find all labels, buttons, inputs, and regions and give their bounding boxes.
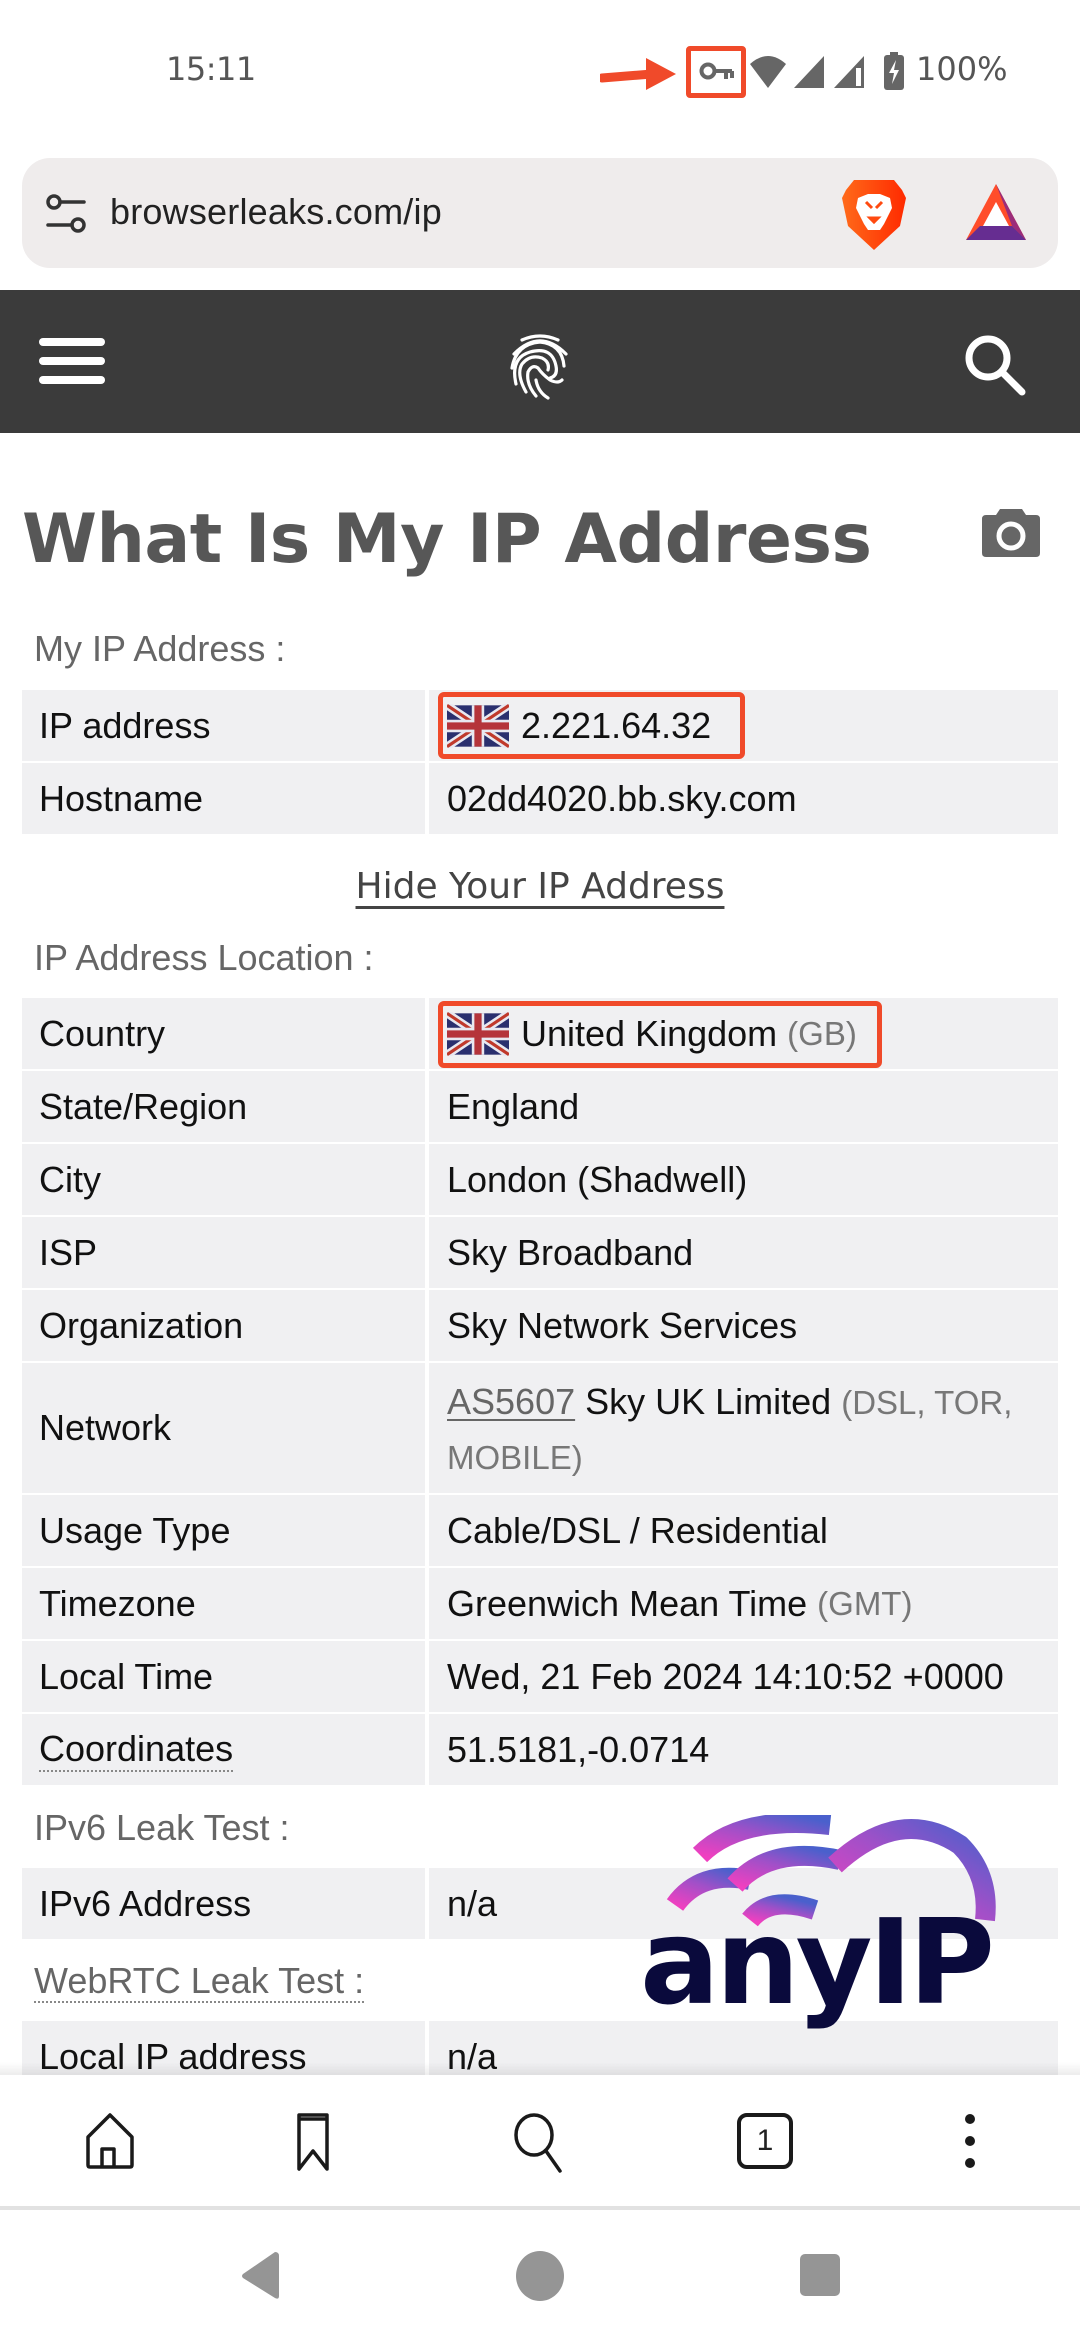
page-title: What Is My IP Address	[22, 500, 872, 579]
row-value: England	[447, 1085, 580, 1127]
table-row-state: State/Region England	[22, 1071, 1058, 1142]
row-key: State/Region	[39, 1085, 248, 1127]
section-label-webrtc[interactable]: WebRTC Leak Test :	[34, 1960, 365, 2004]
row-value: Sky Network Services	[447, 1304, 798, 1346]
search-icon[interactable]	[960, 330, 1030, 400]
battery-level: 100%	[916, 50, 1008, 88]
table-row-isp: ISP Sky Broadband	[22, 1217, 1058, 1288]
row-key: Hostname	[39, 777, 204, 819]
brave-shields-icon[interactable]	[840, 178, 908, 252]
row-key: Timezone	[39, 1582, 196, 1624]
row-key: Country	[39, 1012, 166, 1054]
table-row-city: City London (Shadwell)	[22, 1144, 1058, 1215]
timezone-abbr: (GMT)	[817, 1584, 913, 1622]
toolbar-shadow	[0, 2062, 1080, 2076]
row-value: London (Shadwell)	[447, 1158, 748, 1200]
url-text[interactable]: browserleaks.com/ip	[110, 191, 442, 233]
address-bar[interactable]: browserleaks.com/ip	[22, 158, 1058, 268]
row-key: ISP	[39, 1231, 98, 1273]
fingerprint-logo-icon[interactable]	[500, 326, 580, 406]
hide-ip-link-text[interactable]: Hide Your IP Address	[356, 866, 725, 907]
row-value: AS5607 Sky UK Limited (DSL, TOR, MOBILE)	[429, 1363, 1058, 1493]
site-header	[0, 290, 1080, 433]
table-row-ip-address: IP address 2.221.64.32	[22, 690, 1058, 761]
tabs-button[interactable]: 1	[733, 2109, 797, 2173]
anyip-watermark-logo: anyIP	[640, 1815, 996, 2031]
table-row-timezone: Timezone Greenwich Mean Time (GMT)	[22, 1568, 1058, 1639]
status-time: 15:11	[166, 50, 256, 88]
signal-icon	[794, 56, 824, 88]
row-value: 02dd4020.bb.sky.com	[447, 777, 797, 819]
site-settings-icon[interactable]	[44, 192, 88, 236]
table-row-network: Network AS5607 Sky UK Limited (DSL, TOR,…	[22, 1363, 1058, 1493]
timezone-value: Greenwich Mean Time	[447, 1582, 808, 1624]
country-code: (GB)	[787, 1014, 857, 1052]
row-value: United Kingdom (GB)	[429, 998, 1058, 1069]
row-key: Local Time	[39, 1655, 214, 1697]
row-value: 2.221.64.32	[429, 690, 1058, 761]
row-value: Wed, 21 Feb 2024 14:10:52 +0000	[447, 1655, 1004, 1697]
bookmark-icon[interactable]	[281, 2109, 345, 2173]
more-vert-icon[interactable]	[938, 2109, 1002, 2173]
system-navigation-bar	[0, 2210, 1080, 2340]
row-key: IP address	[39, 704, 211, 746]
row-key: City	[39, 1158, 101, 1200]
row-value: Cable/DSL / Residential	[447, 1509, 828, 1551]
recents-icon[interactable]	[792, 2248, 848, 2304]
row-value: Sky Broadband	[447, 1231, 694, 1273]
section-label-ipv6: IPv6 Leak Test :	[34, 1807, 290, 1848]
section-label-location: IP Address Location :	[34, 937, 374, 978]
tab-count: 1	[756, 2124, 774, 2157]
table-row-country: Country United Kingdom (GB)	[22, 998, 1058, 1069]
row-key: Coordinates	[22, 1714, 425, 1785]
network-name: Sky UK Limited	[585, 1381, 832, 1422]
table-row-local-time: Local Time Wed, 21 Feb 2024 14:10:52 +00…	[22, 1641, 1058, 1712]
asn-link[interactable]: AS5607	[447, 1381, 575, 1422]
row-key: Organization	[39, 1304, 244, 1346]
section-label-my-ip: My IP Address :	[34, 628, 286, 669]
signal-icon-2	[834, 56, 864, 88]
row-key: Network	[39, 1407, 172, 1448]
anyip-watermark-text: anyIP	[640, 1893, 991, 2031]
menu-icon[interactable]	[39, 338, 105, 386]
row-key: IPv6 Address	[39, 1882, 252, 1924]
camera-icon[interactable]	[982, 505, 1040, 557]
row-value: Greenwich Mean Time (GMT)	[429, 1568, 1058, 1639]
vpn-key-icon	[699, 62, 734, 80]
uk-flag-icon	[447, 1011, 509, 1056]
table-row-usage-type: Usage Type Cable/DSL / Residential	[22, 1495, 1058, 1566]
row-value: 51.5181,-0.0714	[447, 1728, 710, 1770]
coordinates-label[interactable]: Coordinates	[39, 1727, 234, 1773]
uk-flag-icon	[447, 703, 509, 748]
hide-ip-link[interactable]: Hide Your IP Address	[0, 866, 1080, 907]
table-row-coordinates: Coordinates 51.5181,-0.0714	[22, 1714, 1058, 1785]
country-value: United Kingdom	[521, 1012, 778, 1054]
home-circle-icon[interactable]	[512, 2248, 568, 2304]
home-icon[interactable]	[78, 2109, 142, 2173]
wifi-icon	[750, 56, 786, 88]
battery-charging-icon	[884, 52, 904, 90]
ip-address-value[interactable]: 2.221.64.32	[521, 705, 711, 747]
status-bar: 15:11 100%	[0, 0, 1080, 140]
brave-rewards-icon[interactable]	[962, 182, 1030, 244]
browser-bottom-toolbar: 1	[0, 2075, 1080, 2207]
table-row-organization: Organization Sky Network Services	[22, 1290, 1058, 1361]
search-icon[interactable]	[508, 2109, 572, 2173]
row-key: Usage Type	[39, 1509, 231, 1551]
back-icon[interactable]	[233, 2248, 289, 2304]
table-row-hostname: Hostname 02dd4020.bb.sky.com	[22, 763, 1058, 834]
annotation-arrow-icon	[600, 58, 676, 90]
